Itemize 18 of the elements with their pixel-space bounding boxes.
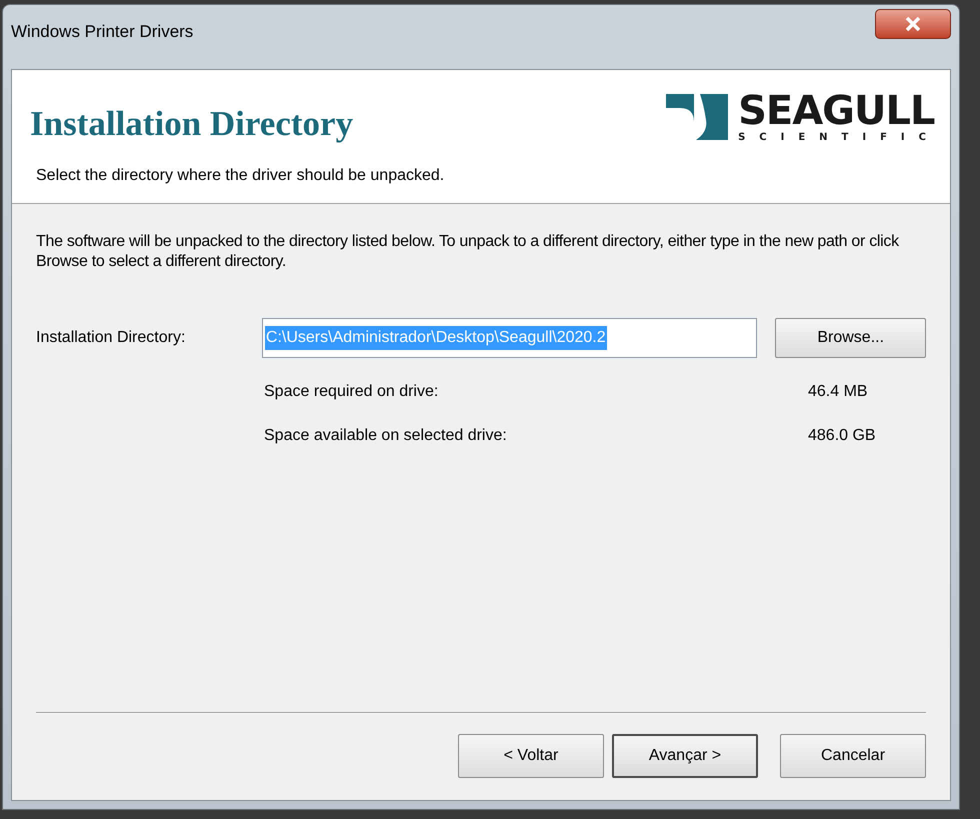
logo-tagline: SCIENTIFIC bbox=[738, 131, 940, 145]
space-label: Space available on selected drive: bbox=[264, 426, 508, 446]
wizard-button[interactable]: Cancelar bbox=[780, 734, 926, 778]
window-title: Windows Printer Drivers bbox=[11, 21, 194, 43]
space-label: Space required on drive: bbox=[264, 382, 440, 402]
wizard-button[interactable]: Avançar > bbox=[612, 734, 758, 778]
instruction-text: The software will be unpacked to the directory listed below. To unpack to a different directory, either type in the new path or click Browse to select a different directory. bbox=[36, 232, 900, 272]
close-button[interactable] bbox=[875, 9, 951, 39]
wizard-button[interactable]: < Voltar bbox=[458, 734, 604, 778]
space-value: 46.4 MB bbox=[808, 382, 868, 402]
seagull-logo-icon bbox=[666, 92, 728, 142]
field-label: Installation Directory: bbox=[36, 328, 186, 348]
close-icon bbox=[905, 17, 921, 31]
logo-wordmark: SEAGULL bbox=[738, 92, 936, 130]
browse-button[interactable]: Browse... bbox=[775, 318, 926, 358]
page-subtitle: Select the directory where the driver should be unpacked. bbox=[36, 166, 444, 186]
space-value: 486.0 GB bbox=[808, 426, 876, 446]
page-heading: Installation Directory bbox=[30, 103, 354, 145]
